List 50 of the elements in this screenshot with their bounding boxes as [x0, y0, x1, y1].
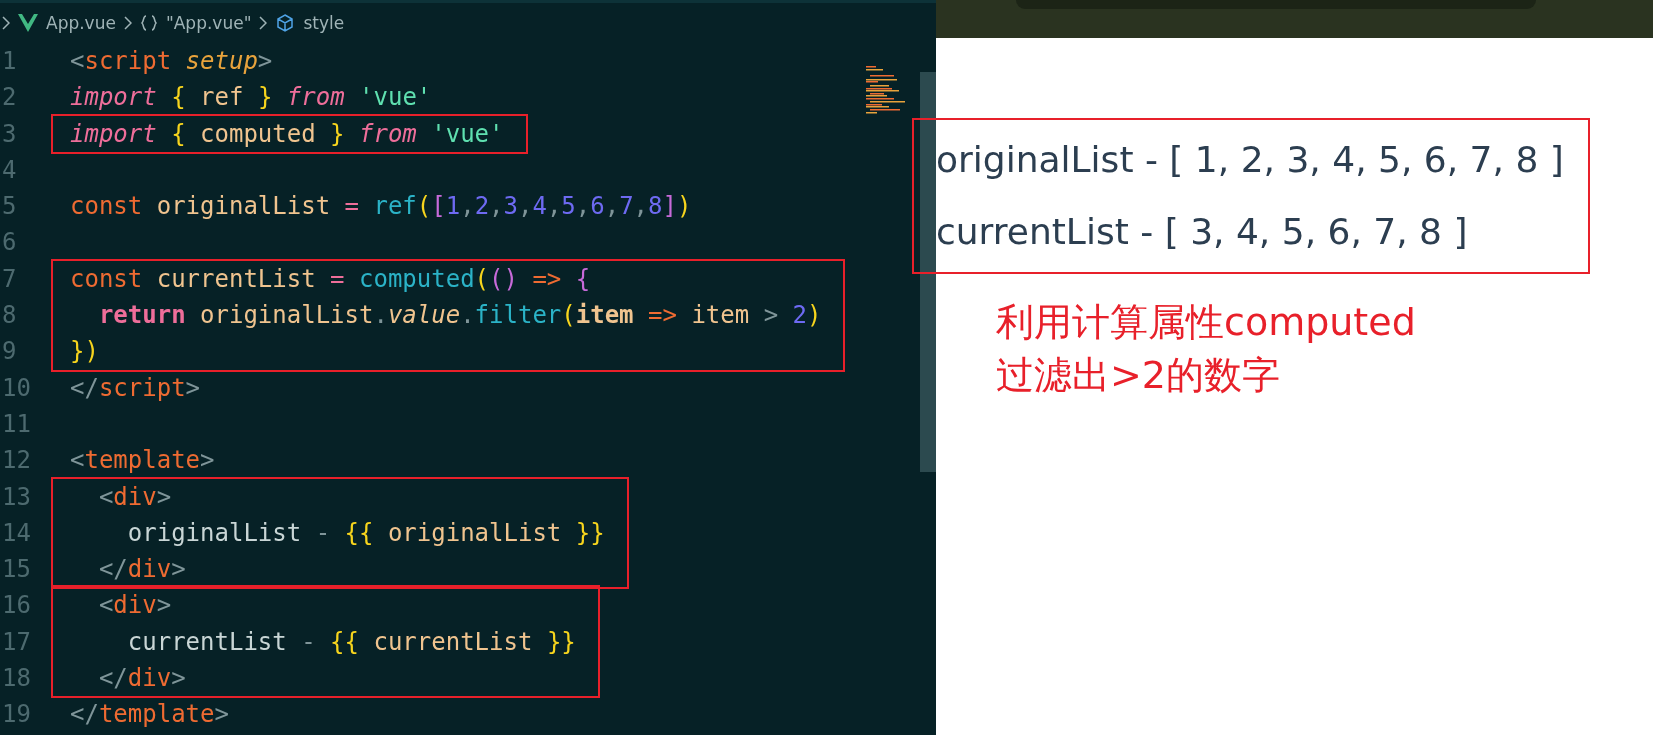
code-line: originalList - {{ originalList }}	[126, 517, 605, 549]
code-line: </div>	[97, 554, 187, 586]
chevron-icon	[123, 16, 132, 30]
line-number: 2	[1, 82, 18, 114]
breadcrumb-item[interactable]: App.vue	[46, 13, 116, 33]
cube-icon	[275, 13, 296, 33]
output-text: currentList - [ 3, 4, 5, 6, 7, 8 ]	[936, 210, 1469, 254]
line-number: 18	[1, 663, 32, 695]
line-number: 12	[1, 445, 32, 477]
breadcrumb-item[interactable]: style	[303, 13, 345, 33]
code-line: import { computed } from 'vue'	[70, 118, 504, 150]
line-number: 4	[1, 154, 18, 186]
code-line: </template>	[70, 699, 229, 731]
code-line: <div>	[97, 481, 173, 513]
line-number: 17	[1, 626, 32, 658]
line-number: 11	[1, 408, 32, 440]
minimap-drawing	[866, 66, 906, 114]
output-text: originalList - [ 1, 2, 3, 4, 5, 6, 7, 8 ]	[936, 138, 1564, 182]
line-number: 8	[1, 300, 18, 332]
line-number: 7	[1, 263, 18, 295]
line-number: 6	[1, 227, 18, 259]
code-line: })	[70, 336, 100, 368]
chevron-icon	[259, 16, 268, 30]
chevron-icon	[2, 16, 10, 30]
code-line: import { ref } from 'vue'	[70, 82, 432, 114]
code-line: <script setup>	[70, 46, 274, 77]
scrollbar[interactable]	[920, 72, 936, 472]
annotation-text: 利用计算属性computed	[996, 299, 1417, 346]
code-line: currentList - {{ currentList }}	[126, 626, 576, 658]
line-number: 19	[1, 699, 32, 731]
line-number: 13	[1, 481, 32, 513]
code-line: return originalList.value.filter(item => item > 2)	[97, 300, 822, 332]
line-number: 5	[1, 191, 18, 223]
breadcrumb-item[interactable]: "App.vue"	[165, 13, 252, 33]
code-line: const currentList = computed(() => {	[70, 263, 592, 295]
line-number: 10	[1, 372, 32, 404]
code-line: </script>	[70, 372, 202, 404]
annotation-text: 过滤出>2的数字	[996, 352, 1282, 399]
code-line: <template>	[70, 445, 215, 477]
line-number: 1	[1, 46, 18, 77]
line-number: 15	[1, 554, 32, 586]
code-line: </div>	[97, 663, 187, 695]
line-number: 14	[1, 517, 32, 549]
braces-icon	[139, 14, 158, 32]
code-line: <div>	[97, 590, 173, 622]
vue-logo-icon	[18, 14, 38, 32]
line-number: 9	[1, 336, 18, 368]
code-line: const originalList = ref([1,2,3,4,5,6,7,8])	[70, 191, 692, 223]
line-number: 16	[1, 590, 32, 622]
line-number: 3	[1, 118, 18, 150]
